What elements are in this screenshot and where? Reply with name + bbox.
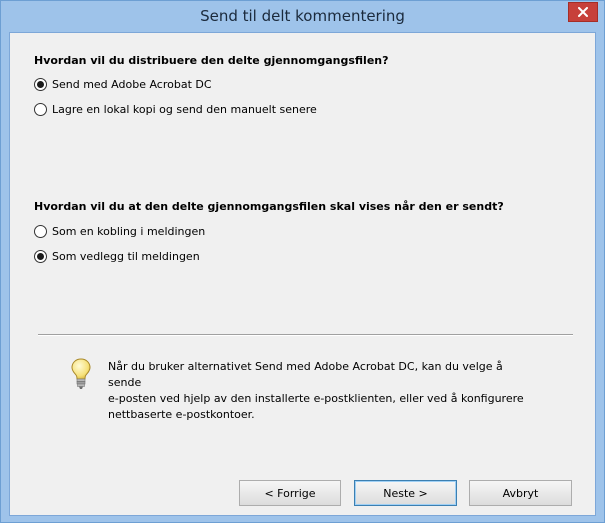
cancel-button[interactable]: Avbryt [469,480,572,506]
radio-save-local[interactable]: Lagre en lokal kopi og send den manuelt … [34,103,317,116]
tip-line: nettbaserte e-postkontoer. [108,408,255,421]
tip-text: Når du bruker alternativet Send med Adob… [108,359,538,423]
tip-line: e-posten ved hjelp av den installerte e-… [108,392,524,405]
next-button[interactable]: Neste > [354,480,457,506]
divider [38,334,573,336]
radio-as-link[interactable]: Som en kobling i meldingen [34,225,205,238]
back-button[interactable]: < Forrige [239,480,341,506]
close-button[interactable] [568,2,598,22]
radio-button[interactable] [34,78,47,91]
lightbulb-icon [71,358,91,389]
close-icon [578,7,588,17]
radio-label: Lagre en lokal kopi og send den manuelt … [52,103,317,116]
radio-button[interactable] [34,225,47,238]
radio-button[interactable] [34,103,47,116]
radio-label: Som vedlegg til meldingen [52,250,200,263]
dialog-window: Send til delt kommentering Hvordan vil d… [0,0,605,523]
title-bar[interactable]: Send til delt kommentering [1,1,604,32]
question1-title: Hvordan vil du distribuere den delte gje… [34,54,389,67]
radio-label: Send med Adobe Acrobat DC [52,78,212,91]
radio-button[interactable] [34,250,47,263]
question2-title: Hvordan vil du at den delte gjennomgangs… [34,200,504,213]
window-title: Send til delt kommentering [200,7,405,25]
radio-send-acrobat[interactable]: Send med Adobe Acrobat DC [34,78,212,91]
tip-line: Når du bruker alternativet Send med Adob… [108,360,503,389]
radio-label: Som en kobling i meldingen [52,225,206,238]
dialog-content: Hvordan vil du distribuere den delte gje… [9,32,596,516]
radio-as-attachment[interactable]: Som vedlegg til meldingen [34,250,200,263]
